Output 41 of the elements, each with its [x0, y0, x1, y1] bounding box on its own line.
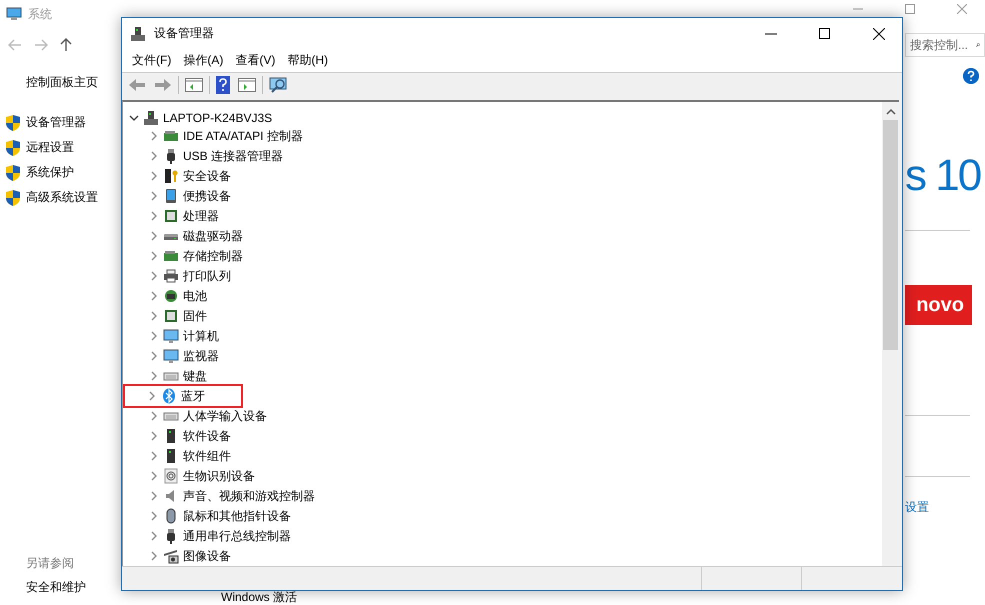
tree-item[interactable]: 人体学输入设备 [183, 408, 267, 424]
tree-item[interactable]: 打印队列 [183, 268, 231, 284]
tree-item[interactable]: 固件 [183, 308, 207, 324]
tree-item[interactable]: 存储控制器 [183, 248, 243, 264]
sidebar-link[interactable]: 设备管理器 [6, 110, 121, 135]
menu-item[interactable]: 帮助(H) [281, 50, 334, 72]
menu-item[interactable]: 查看(V) [229, 50, 282, 72]
sidebar-link[interactable]: 高级系统设置 [6, 185, 121, 210]
tree-item[interactable]: 鼠标和其他指针设备 [183, 508, 291, 524]
tree-item[interactable]: 处理器 [183, 208, 219, 224]
tree-item[interactable]: 电池 [183, 288, 207, 304]
logo: novo [905, 285, 972, 325]
edition-text: s 10 [905, 152, 982, 200]
tree-item[interactable]: 蓝牙 [181, 388, 205, 404]
search-field[interactable]: 搜索控制... [905, 33, 985, 57]
window-title: 设备管理器 [154, 25, 214, 42]
tree-item[interactable]: 声音、视频和游戏控制器 [183, 488, 315, 504]
tree-item[interactable]: 生物识别设备 [183, 468, 255, 484]
menu-item[interactable]: 文件(F) [126, 50, 178, 72]
sidebar-link[interactable]: 远程设置 [6, 135, 121, 160]
tree-item[interactable]: IDE ATA/ATAPI 控制器 [183, 128, 303, 144]
tree-item[interactable]: 磁盘驱动器 [183, 228, 243, 244]
tree-item[interactable]: 安全设备 [183, 168, 231, 184]
tree-item[interactable]: 便携设备 [183, 188, 231, 204]
tree-item[interactable]: 计算机 [183, 328, 219, 344]
sidebar-link[interactable]: 安全和维护 [26, 579, 121, 605]
window-title: 系统 [28, 6, 52, 22]
tree-item[interactable]: 监视器 [183, 348, 219, 364]
sidebar-link[interactable]: 系统保护 [6, 160, 121, 185]
tree-item[interactable]: LAPTOP-K24BVJ3S [163, 110, 272, 124]
tree-item[interactable]: 键盘 [183, 368, 207, 384]
menu-item[interactable]: 操作(A) [177, 50, 230, 72]
tree-item[interactable]: 图像设备 [183, 548, 231, 564]
tree-item[interactable]: USB 连接器管理器 [183, 148, 284, 164]
sidebar-link[interactable]: 控制面板主页 [26, 74, 121, 96]
section-heading: 另请参阅 [26, 555, 75, 572]
activation-text: Windows 激活 [221, 590, 298, 604]
tree-item[interactable]: 软件组件 [183, 448, 231, 464]
tree-item[interactable]: 通用串行总线控制器 [183, 528, 291, 544]
tree-item[interactable]: 软件设备 [183, 428, 231, 444]
settings-link[interactable]: 设置 [905, 499, 985, 516]
